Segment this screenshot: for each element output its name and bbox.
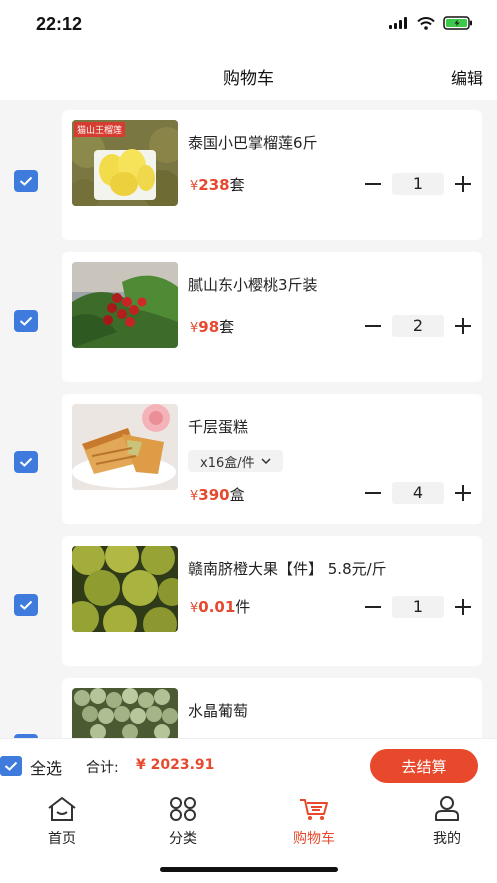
plus-icon [455,599,471,615]
product-name[interactable]: 泰国小巴掌榴莲6斤 [188,132,318,153]
product-price: ¥390盒 [190,484,245,505]
item-card[interactable]: 千层蛋糕 x16盒/件 ¥390盒 4 [62,394,482,524]
price-value: 390 [198,486,230,504]
tab-profile[interactable]: 我的 [385,792,497,852]
quantity-input[interactable]: 1 [392,173,444,195]
price-value: 98 [198,318,220,336]
quantity-stepper: 1 [360,596,476,618]
product-image[interactable] [72,546,178,632]
checkout-button[interactable]: 去结算 [370,749,478,783]
check-icon [19,316,33,326]
page: { "status": { "time": "22:12" }, "nav": … [0,0,497,883]
item-card[interactable]: 赣南脐橙大果【件】 5.8元/斤 ¥0.01件 1 [62,536,482,666]
plus-icon [455,485,471,501]
price-value: 238 [198,176,230,194]
cart-item: 猫山王榴莲 泰国小巴掌榴莲6斤 ¥238套 1 [0,110,497,240]
price-unit: 套 [229,176,245,194]
plus-icon [455,318,471,334]
select-all-label[interactable]: 全选 [30,755,62,779]
cart-item: 水晶葡萄 [0,678,497,738]
tab-home[interactable]: 首页 [0,792,124,852]
check-icon [4,761,18,771]
decrease-button[interactable] [360,482,386,504]
spec-selector[interactable]: x16盒/件 [188,450,283,472]
increase-button[interactable] [450,482,476,504]
price-unit: 件 [235,598,251,616]
tab-label: 分类 [169,831,197,847]
home-indicator [160,867,338,872]
item-card[interactable]: 水晶葡萄 [62,678,482,738]
quantity-input[interactable]: 1 [392,596,444,618]
product-name[interactable]: 千层蛋糕 [188,416,248,437]
decrease-button[interactable] [360,596,386,618]
product-image[interactable] [72,262,178,348]
cart-item: 千层蛋糕 x16盒/件 ¥390盒 4 [0,394,497,524]
status-icons [389,16,473,30]
item-checkbox[interactable] [14,170,38,192]
edit-button[interactable]: 编辑 [451,65,483,89]
checkout-bar: 全选 合计: ¥ 2023.91 去结算 [0,738,497,792]
product-name[interactable]: 水晶葡萄 [188,700,248,721]
item-card[interactable]: 腻山东小樱桃3斤装 ¥98套 2 [62,252,482,382]
minus-icon [365,325,381,327]
tab-category[interactable]: 分类 [121,792,245,852]
tab-label: 购物车 [293,831,335,847]
status-time: 22:12 [36,14,83,34]
tab-cart[interactable]: 购物车 [252,792,376,852]
select-all-checkbox[interactable] [0,756,22,776]
item-checkbox[interactable] [14,594,38,616]
increase-button[interactable] [450,596,476,618]
minus-icon [365,492,381,494]
check-icon [19,600,33,610]
quantity-stepper: 4 [360,482,476,504]
price-unit: 套 [219,318,235,336]
page-title: 购物车 [223,69,274,89]
status-bar: 22:12 [0,0,497,50]
item-checkbox[interactable] [14,310,38,332]
product-image[interactable] [72,688,178,738]
cart-item: 赣南脐橙大果【件】 5.8元/斤 ¥0.01件 1 [0,536,497,666]
price-unit: 盒 [229,486,245,504]
item-checkbox[interactable] [14,451,38,473]
product-name[interactable]: 腻山东小樱桃3斤装 [188,274,318,295]
plus-icon [455,176,471,192]
quantity-stepper: 2 [360,315,476,337]
quantity-input[interactable]: 4 [392,482,444,504]
product-badge: 猫山王榴莲 [74,122,126,137]
cart-item: 腻山东小樱桃3斤装 ¥98套 2 [0,252,497,382]
category-icon [170,797,196,821]
wifi-icon [417,16,435,30]
profile-icon [435,796,459,821]
nav-bar: 购物车 编辑 [0,50,497,100]
increase-button[interactable] [450,315,476,337]
item-card[interactable]: 猫山王榴莲 泰国小巴掌榴莲6斤 ¥238套 1 [62,110,482,240]
check-icon [19,176,33,186]
chevron-down-icon [261,458,271,464]
spec-label: x16盒/件 [200,455,255,471]
price-value: 0.01 [198,598,236,616]
check-icon [19,457,33,467]
home-icon [48,797,76,821]
minus-icon [365,183,381,185]
minus-icon [365,606,381,608]
decrease-button[interactable] [360,315,386,337]
quantity-input[interactable]: 2 [392,315,444,337]
product-price: ¥0.01件 [190,596,250,617]
cart-icon [300,799,328,820]
tab-label: 首页 [48,831,76,847]
product-price: ¥238套 [190,174,245,195]
increase-button[interactable] [450,173,476,195]
battery-icon [443,16,472,30]
product-name[interactable]: 赣南脐橙大果【件】 5.8元/斤 [188,558,387,579]
product-image[interactable] [72,404,178,490]
total-value: ¥ 2023.91 [136,757,215,773]
quantity-stepper: 1 [360,173,476,195]
total-label: 合计: [86,760,119,776]
signal-icon [389,17,407,29]
tab-label: 我的 [433,831,461,847]
cart-list[interactable]: 猫山王榴莲 泰国小巴掌榴莲6斤 ¥238套 1 腻山东小樱桃3斤装 ¥98套 2… [0,100,497,738]
decrease-button[interactable] [360,173,386,195]
product-price: ¥98套 [190,316,234,337]
